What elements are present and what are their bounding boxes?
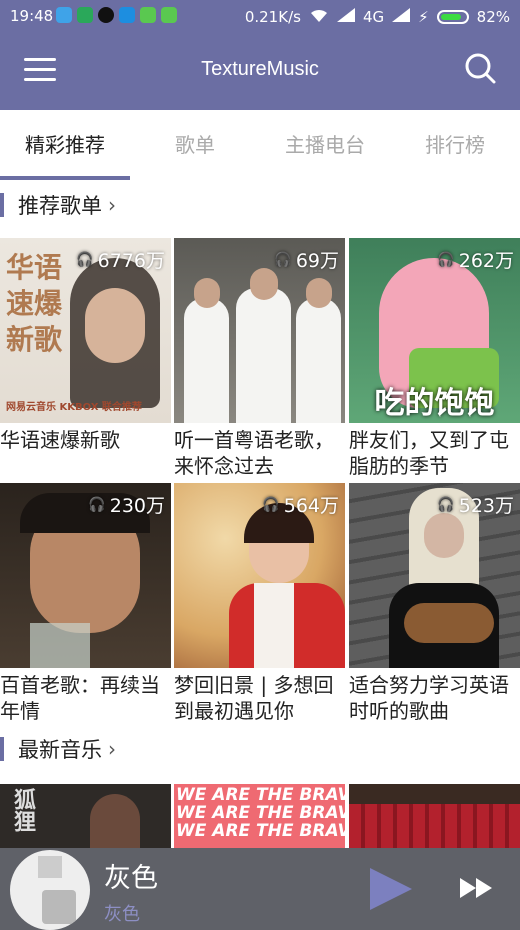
cover-text: 吃的饱饱 [374, 386, 495, 421]
android-icon-2 [161, 7, 177, 23]
section-marker [0, 737, 4, 761]
tab-playlists[interactable]: 歌单 [130, 110, 260, 180]
tab-recommend[interactable]: 精彩推荐 [0, 110, 130, 180]
playlist-cover: 🎧 564万 [174, 483, 345, 668]
battery-icon [436, 10, 469, 24]
section-latest[interactable]: 最新音乐 › [0, 734, 116, 764]
app-title: TextureMusic [201, 58, 319, 80]
playlist-cover: 🎧 69万 [174, 238, 345, 423]
playlist-name: 百首老歌：再续当年情 [0, 673, 160, 723]
share-icon [119, 7, 135, 23]
network-speed: 0.21K/s [244, 8, 301, 26]
play-count-value: 230万 [109, 495, 165, 517]
playlist-cover: 华语 速爆 新歌 网易云音乐 KKBOX 联合推荐 🎧 6776万 [0, 238, 171, 423]
section-title: 最新音乐 [18, 738, 102, 762]
play-count: 🎧 6776万 [76, 246, 165, 273]
playlist-name: 听一首粤语老歌，来怀念过去 [174, 428, 334, 478]
playlist-card[interactable]: 🎧 523万 适合努力学习英语时听的歌曲 [349, 483, 520, 724]
playlist-card[interactable]: 🎧 564万 梦回旧景 | 多想回到最初遇见你 [174, 483, 345, 724]
tab-bar: 精彩推荐 歌单 主播电台 排行榜 [0, 110, 520, 180]
play-count-value: 262万 [458, 250, 514, 272]
headphones-icon: 🎧 [76, 251, 94, 268]
usb-icon [56, 7, 72, 23]
latest-song-cover[interactable]: 狐狸 [0, 784, 171, 848]
section-title: 推荐歌单 [18, 194, 102, 218]
playlist-card[interactable]: 🎧 230万 百首老歌：再续当年情 [0, 483, 171, 724]
fast-forward-icon[interactable] [458, 876, 498, 900]
play-count: 🎧 262万 [437, 246, 514, 273]
notification-icons [56, 7, 177, 23]
app-bar: TextureMusic [0, 32, 520, 110]
playlist-cover: 🎧 523万 [349, 483, 520, 668]
latest-song-cover[interactable] [349, 784, 520, 848]
tab-charts[interactable]: 排行榜 [390, 110, 520, 180]
android-icon [140, 7, 156, 23]
charging-icon: ⚡ [418, 8, 429, 26]
play-count-value: 6776万 [97, 250, 165, 272]
cover-footer: 网易云音乐 KKBOX 联合推荐 [6, 402, 142, 413]
section-marker [0, 193, 4, 217]
mini-player[interactable]: 灰色 灰色 [0, 848, 520, 930]
play-count: 🎧 69万 [274, 246, 339, 273]
playlist-name: 梦回旧景 | 多想回到最初遇见你 [174, 673, 334, 723]
wifi-icon [309, 7, 329, 27]
cover-text: WE ARE THE BRAVE WE ARE THE BRAVE WE ARE… [176, 785, 345, 841]
artist-name: 灰色 [104, 904, 140, 925]
playlist-cover: 🎧 230万 [0, 483, 171, 668]
song-title: 灰色 [104, 863, 158, 894]
playlist-card[interactable]: 吃的饱饱 🎧 262万 胖友们，又到了屯脂肪的季节 [349, 238, 520, 479]
play-icon[interactable] [370, 868, 412, 910]
battery-level: 82% [476, 8, 510, 26]
playlist-name: 胖友们，又到了屯脂肪的季节 [349, 428, 509, 478]
play-count: 🎧 230万 [88, 491, 165, 518]
cover-text: 狐狸 [10, 788, 35, 832]
status-time: 19:48 [10, 7, 54, 25]
headphones-icon: 🎧 [88, 496, 106, 513]
play-count-value: 564万 [283, 495, 339, 517]
playlist-card[interactable]: 🎧 69万 听一首粤语老歌，来怀念过去 [174, 238, 345, 479]
play-count-value: 69万 [295, 250, 339, 272]
cover-text: 华语 速爆 新歌 [6, 251, 63, 356]
album-art [10, 850, 90, 930]
shield-icon [77, 7, 93, 23]
signal-icon-2 [392, 8, 411, 26]
headphones-icon: 🎧 [437, 251, 455, 268]
tab-radio[interactable]: 主播电台 [260, 110, 390, 180]
play-count-value: 523万 [458, 495, 514, 517]
network-type: 4G [362, 8, 385, 26]
playlist-name: 适合努力学习英语时听的歌曲 [349, 673, 509, 723]
headphones-icon: 🎧 [437, 496, 455, 513]
playlist-name: 华语速爆新歌 [0, 428, 120, 452]
play-count: 🎧 564万 [262, 491, 339, 518]
playlist-cover: 吃的饱饱 🎧 262万 [349, 238, 520, 423]
signal-icon [336, 8, 355, 26]
playlist-card[interactable]: 华语 速爆 新歌 网易云音乐 KKBOX 联合推荐 🎧 6776万 华语速爆新歌 [0, 238, 171, 479]
latest-song-cover[interactable]: WE ARE THE BRAVE WE ARE THE BRAVE WE ARE… [174, 784, 345, 848]
chevron-right-icon: › [108, 737, 116, 761]
play-count: 🎧 523万 [437, 491, 514, 518]
status-bar: 19:48 0.21K/s 4G ⚡ 82% [0, 0, 520, 32]
headphones-icon: 🎧 [262, 496, 280, 513]
chevron-right-icon: › [108, 193, 116, 217]
headphones-icon: 🎧 [274, 251, 292, 268]
music-app-icon [98, 7, 114, 23]
search-icon[interactable] [464, 52, 496, 84]
section-recommended[interactable]: 推荐歌单 › [0, 190, 116, 220]
